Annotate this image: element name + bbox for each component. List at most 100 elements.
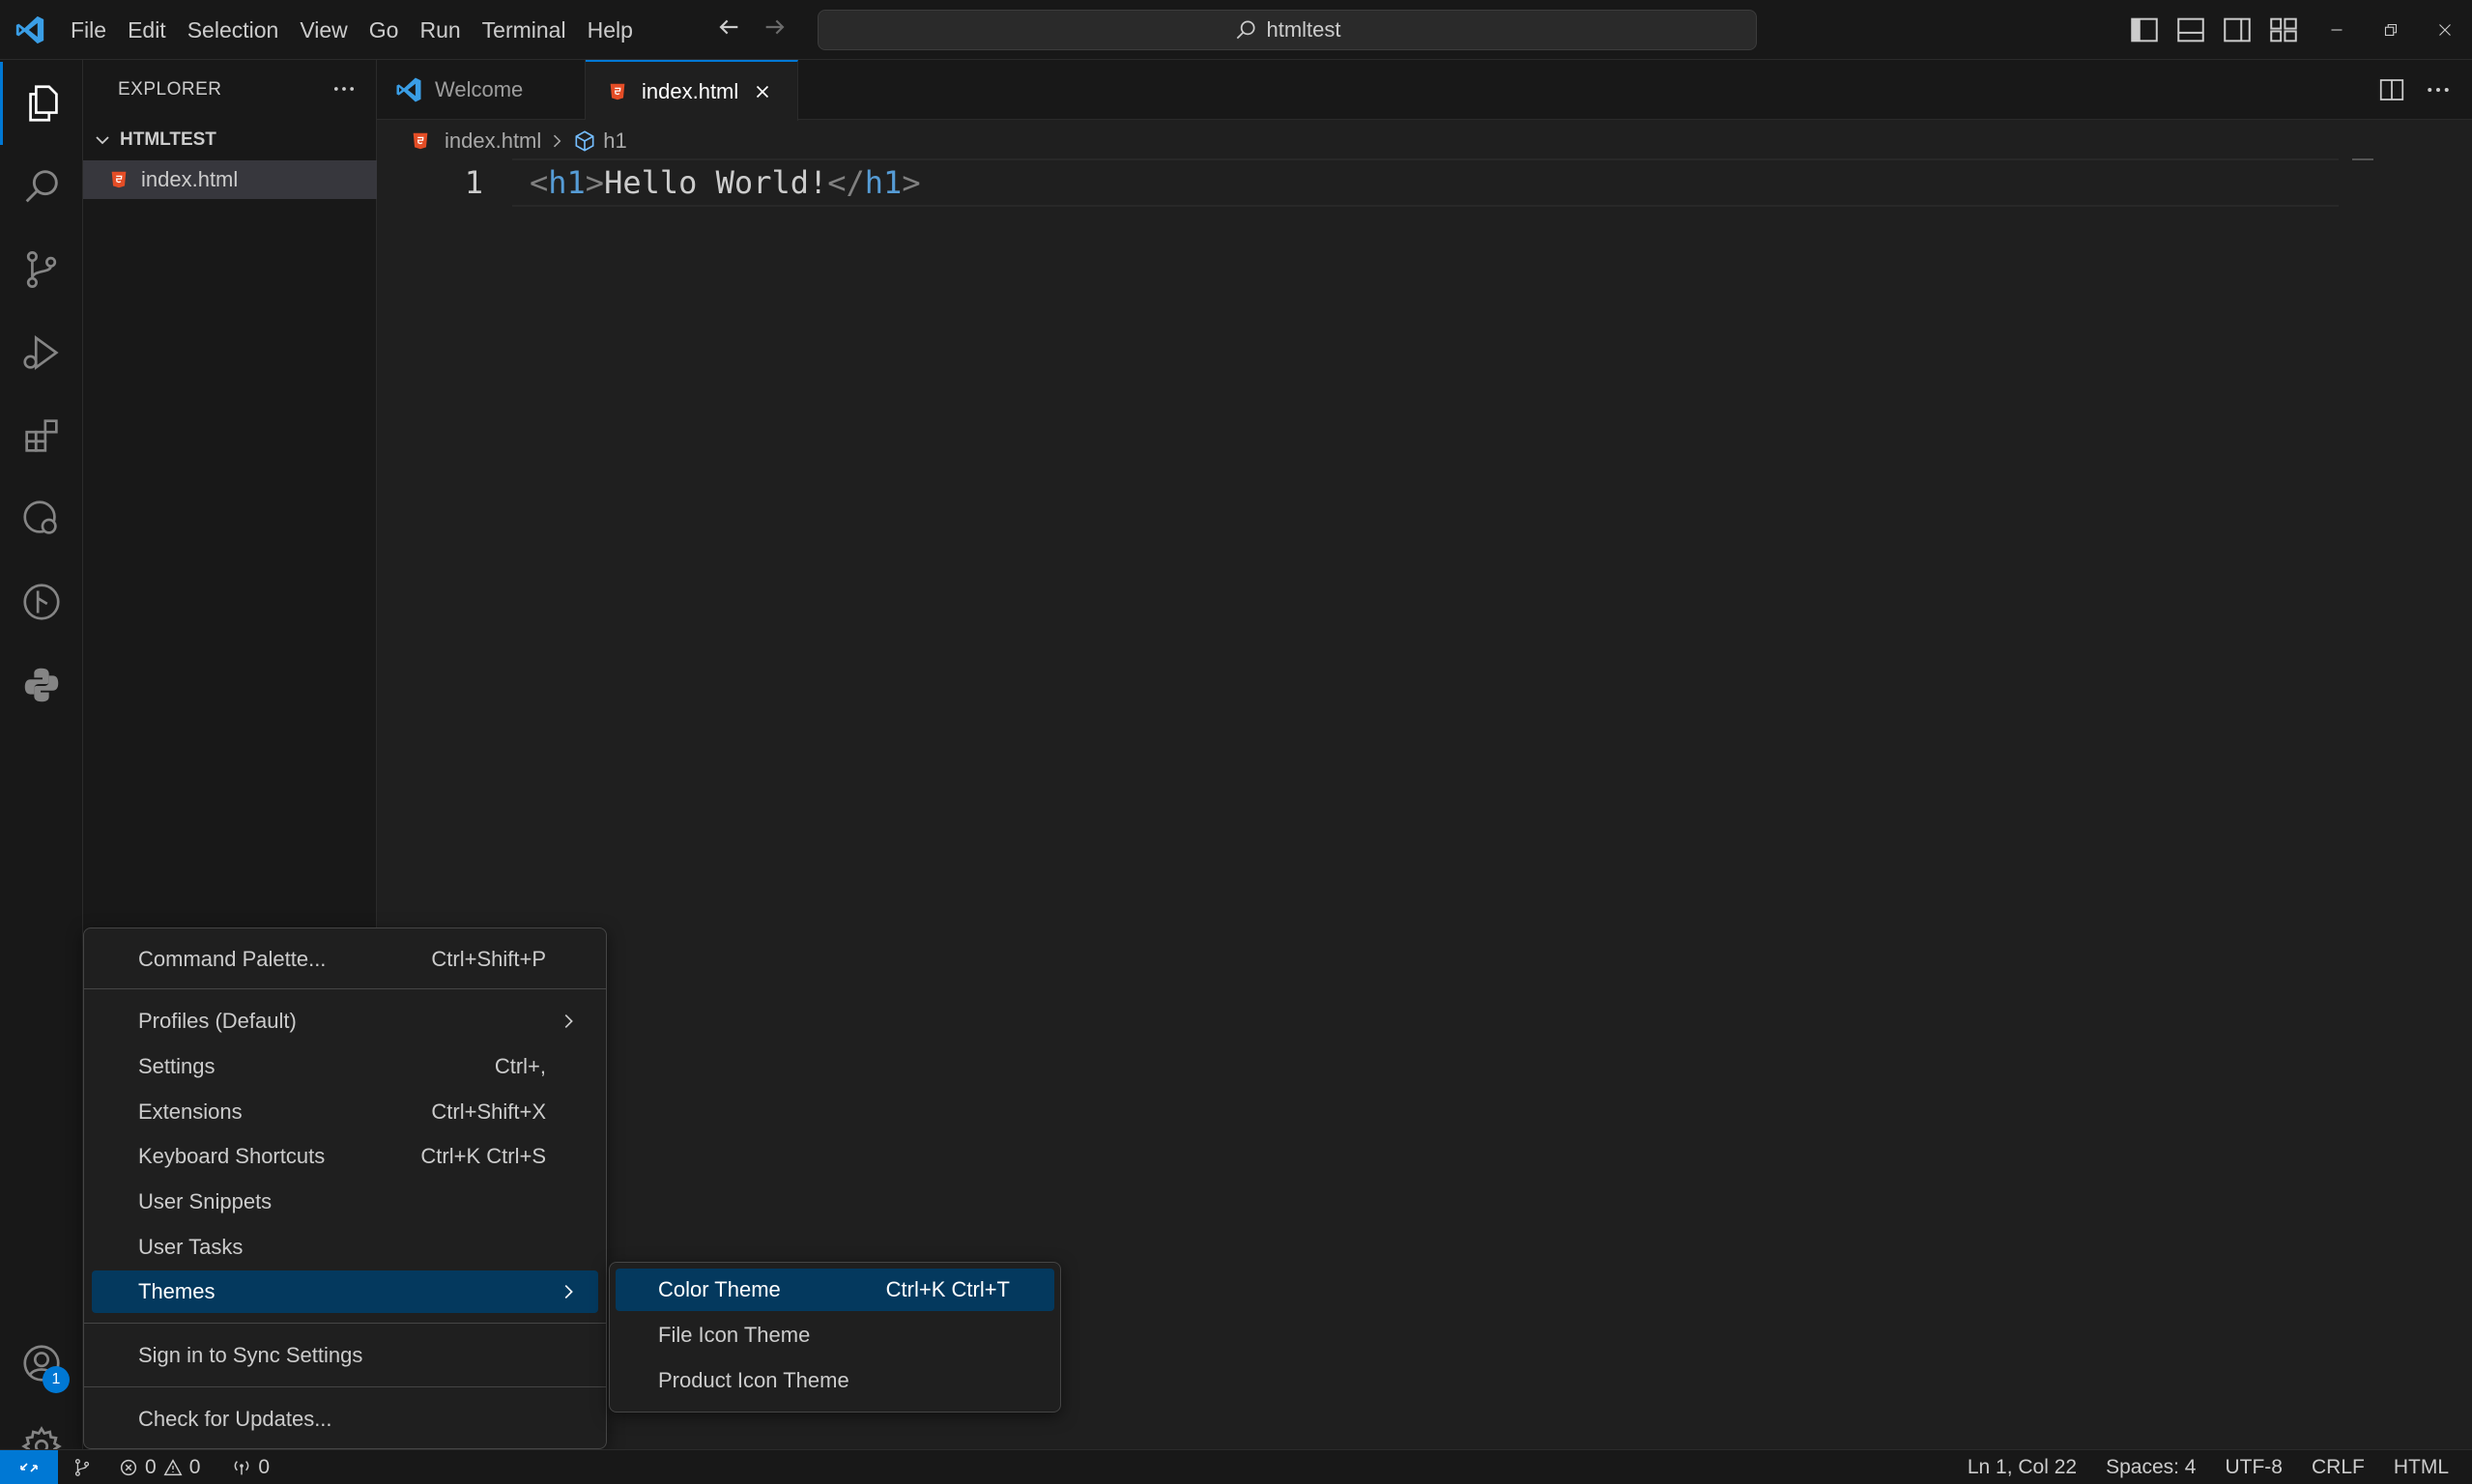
chevron-right-icon (564, 1013, 573, 1029)
menu-help[interactable]: Help (577, 11, 644, 49)
menu-view[interactable]: View (289, 11, 358, 49)
toggle-primary-sidebar-icon[interactable] (2128, 14, 2161, 46)
folder-label: HTMLTEST (120, 129, 216, 150)
run-debug-icon (23, 335, 59, 370)
html-file-icon (111, 171, 127, 188)
toggle-secondary-sidebar-icon[interactable] (2221, 14, 2254, 46)
code-punct: </ (827, 164, 865, 201)
search-text: htmltest (1266, 17, 1341, 42)
ports-count[interactable]: 0 (258, 1456, 270, 1479)
remote-indicator[interactable] (0, 1450, 58, 1484)
end-of-line[interactable]: CRLF (2312, 1456, 2365, 1479)
cursor-position[interactable]: Ln 1, Col 22 (1968, 1456, 2077, 1479)
chevron-down-icon (96, 136, 109, 145)
menu-item-command-palette[interactable]: Command Palette... Ctrl+Shift+P (92, 938, 598, 981)
breadcrumb-file[interactable]: index.html (445, 128, 541, 154)
menu-go[interactable]: Go (359, 11, 410, 49)
layout-controls (2128, 14, 2300, 46)
code-line[interactable]: <h1>Hello World!</h1> (530, 164, 921, 201)
submenu-item-file-icon-theme[interactable]: File Icon Theme (616, 1314, 1054, 1356)
menu-edit[interactable]: Edit (117, 11, 177, 49)
error-icon[interactable] (118, 1457, 139, 1478)
menu-item-label: User Snippets (138, 1189, 273, 1213)
tab-welcome[interactable]: Welcome (377, 60, 586, 120)
menu-item-label: Themes (138, 1279, 216, 1303)
git-graph-activity[interactable] (0, 560, 83, 643)
toggle-panel-icon[interactable] (2174, 14, 2207, 46)
customize-layout-icon[interactable] (2267, 14, 2300, 46)
minimap-indicator (2352, 158, 2373, 160)
symbol-element-icon (575, 130, 594, 152)
ports-broadcast-icon[interactable] (231, 1457, 252, 1478)
back-arrow-icon[interactable] (713, 12, 744, 43)
restore-button[interactable] (2364, 0, 2418, 60)
vscode-logo-icon (15, 15, 44, 44)
source-control-activity[interactable] (0, 228, 83, 311)
remote-explorer-activity[interactable] (0, 477, 83, 560)
menu-selection[interactable]: Selection (177, 11, 290, 49)
menu-item-themes[interactable]: Themes (92, 1270, 598, 1313)
run-debug-activity[interactable] (0, 311, 83, 394)
warning-count[interactable]: 0 (189, 1456, 201, 1479)
close-window-button[interactable] (2418, 0, 2472, 60)
window-controls (2310, 0, 2472, 60)
editor-actions (2377, 60, 2472, 120)
folder-htmltest[interactable]: HTMLTEST (83, 124, 377, 157)
minimize-button[interactable] (2310, 0, 2364, 60)
files-icon (28, 85, 58, 122)
menu-item-label: Settings (138, 1054, 216, 1078)
menu-terminal[interactable]: Terminal (472, 11, 577, 49)
tab-index-html[interactable]: index.html (586, 60, 798, 121)
menu-item-user-tasks[interactable]: User Tasks (92, 1226, 598, 1269)
search-icon (25, 170, 58, 203)
close-icon[interactable] (752, 81, 773, 102)
menu-item-label: File Icon Theme (658, 1323, 811, 1347)
submenu-item-color-theme[interactable]: Color Theme Ctrl+K Ctrl+T (616, 1269, 1054, 1311)
forward-arrow-icon[interactable] (760, 12, 790, 43)
code-editor[interactable]: 1 <h1>Hello World!</h1> (377, 158, 2472, 1449)
menu-item-label: Profiles (Default) (138, 1009, 297, 1033)
chevron-right-icon (554, 134, 561, 148)
ellipsis-icon[interactable] (2424, 75, 2453, 104)
menu-separator (84, 1323, 606, 1324)
activity-bar: 1 (0, 60, 83, 1467)
python-activity[interactable] (0, 643, 83, 727)
submenu-item-product-icon-theme[interactable]: Product Icon Theme (616, 1359, 1054, 1402)
line-number: 1 (464, 164, 483, 201)
menu-item-check-updates[interactable]: Check for Updates... (92, 1398, 598, 1441)
menu-item-shortcut: Ctrl+K Ctrl+S (420, 1144, 546, 1168)
html-file-icon (413, 132, 428, 150)
breadcrumb-symbol[interactable]: h1 (603, 128, 626, 154)
vscode-logo-icon (396, 77, 421, 102)
menu-item-shortcut: Ctrl+Shift+P (431, 947, 546, 971)
restore-icon (2384, 23, 2398, 37)
menu-item-label: Check for Updates... (138, 1407, 332, 1431)
command-center-search[interactable]: htmltest (818, 10, 1757, 50)
extensions-activity[interactable] (0, 394, 83, 477)
code-tag: h1 (548, 164, 586, 201)
warning-icon[interactable] (162, 1457, 184, 1478)
language-mode[interactable]: HTML (2394, 1456, 2449, 1479)
tab-label: index.html (642, 78, 739, 103)
git-branch-icon[interactable] (72, 1457, 93, 1478)
encoding[interactable]: UTF-8 (2225, 1456, 2283, 1479)
menu-item-settings[interactable]: Settings Ctrl+, (92, 1045, 598, 1088)
file-index-html[interactable]: index.html (83, 160, 377, 199)
themes-submenu: Color Theme Ctrl+K Ctrl+T File Icon Them… (609, 1262, 1061, 1413)
menu-item-extensions[interactable]: Extensions Ctrl+Shift+X (92, 1091, 598, 1133)
menu-item-sign-in-sync[interactable]: Sign in to Sync Settings (92, 1334, 598, 1377)
menu-item-profiles[interactable]: Profiles (Default) (92, 1000, 598, 1042)
search-activity[interactable] (0, 145, 83, 228)
ellipsis-icon (333, 87, 355, 91)
menu-item-user-snippets[interactable]: User Snippets (92, 1181, 598, 1223)
menu-item-keyboard-shortcuts[interactable]: Keyboard Shortcuts Ctrl+K Ctrl+S (92, 1135, 598, 1178)
menu-item-shortcut: Ctrl+Shift+X (431, 1099, 546, 1124)
split-editor-icon[interactable] (2377, 75, 2406, 104)
accounts-activity[interactable]: 1 (0, 1322, 83, 1405)
explorer-activity[interactable] (0, 62, 83, 145)
menu-file[interactable]: File (60, 11, 117, 49)
indentation[interactable]: Spaces: 4 (2106, 1456, 2196, 1479)
menu-run[interactable]: Run (409, 11, 471, 49)
error-count[interactable]: 0 (145, 1456, 157, 1479)
sidebar-more-actions[interactable] (325, 70, 363, 108)
